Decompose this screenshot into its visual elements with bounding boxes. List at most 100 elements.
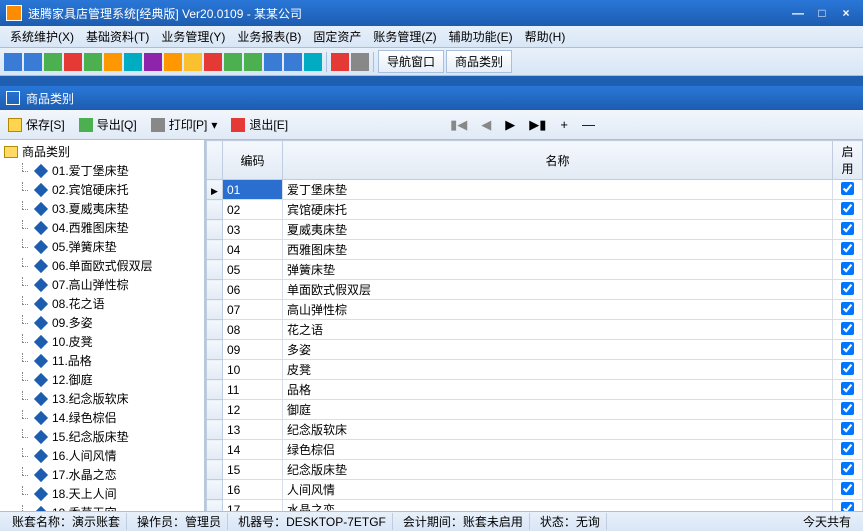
tree-item[interactable]: 15.纪念版床垫	[0, 427, 204, 446]
table-row[interactable]: 04西雅图床垫	[207, 240, 863, 260]
cell-enable[interactable]	[833, 280, 863, 300]
cell-enable[interactable]	[833, 400, 863, 420]
enable-checkbox[interactable]	[841, 342, 854, 355]
tree-item[interactable]: 10.皮凳	[0, 332, 204, 351]
toolbar-icon-16[interactable]	[304, 53, 322, 71]
cell-enable[interactable]	[833, 340, 863, 360]
nav-prev[interactable]: ◀	[481, 117, 491, 133]
menu-item[interactable]: 系统维护(X)	[4, 26, 80, 47]
tree-item[interactable]: 19.香草天空	[0, 503, 204, 511]
cell-code[interactable]: 15	[223, 460, 283, 480]
cell-code[interactable]: 02	[223, 200, 283, 220]
table-row[interactable]: 03夏威夷床垫	[207, 220, 863, 240]
save-button[interactable]: 保存[S]	[8, 116, 65, 133]
maximize-button[interactable]: □	[811, 4, 833, 22]
tree-item[interactable]: 18.天上人间	[0, 484, 204, 503]
cell-code[interactable]: 17	[223, 500, 283, 512]
enable-checkbox[interactable]	[841, 442, 854, 455]
cell-code[interactable]: 03	[223, 220, 283, 240]
cell-enable[interactable]	[833, 420, 863, 440]
menu-item[interactable]: 账务管理(Z)	[367, 26, 442, 47]
table-row[interactable]: 09多姿	[207, 340, 863, 360]
cell-name[interactable]: 人间风情	[283, 480, 833, 500]
toolbar-icon-10[interactable]	[184, 53, 202, 71]
cell-enable[interactable]	[833, 200, 863, 220]
table-row[interactable]: 11品格	[207, 380, 863, 400]
close-button[interactable]: ×	[835, 4, 857, 22]
table-row[interactable]: 07高山弹性棕	[207, 300, 863, 320]
cell-name[interactable]: 纪念版床垫	[283, 460, 833, 480]
cell-code[interactable]: 06	[223, 280, 283, 300]
table-row[interactable]: 05弹簧床垫	[207, 260, 863, 280]
enable-checkbox[interactable]	[841, 182, 854, 195]
col-code[interactable]: 编码	[223, 141, 283, 180]
table-row[interactable]: 02宾馆硬床托	[207, 200, 863, 220]
nav-first[interactable]: ▮◀	[450, 117, 467, 133]
toolbar-icon-7[interactable]	[124, 53, 142, 71]
table-row[interactable]: 08花之语	[207, 320, 863, 340]
cell-enable[interactable]	[833, 480, 863, 500]
tree-item[interactable]: 07.高山弹性棕	[0, 275, 204, 294]
cell-name[interactable]: 绿色棕侣	[283, 440, 833, 460]
cell-name[interactable]: 御庭	[283, 400, 833, 420]
toolbar-icon-17[interactable]	[331, 53, 349, 71]
table-row[interactable]: 12御庭	[207, 400, 863, 420]
cell-name[interactable]: 水晶之恋	[283, 500, 833, 512]
toolbar-icon-13[interactable]	[244, 53, 262, 71]
toolbar-icon-4[interactable]	[64, 53, 82, 71]
enable-checkbox[interactable]	[841, 222, 854, 235]
toolbar-icon-1[interactable]	[4, 53, 22, 71]
nav-next[interactable]: ▶	[505, 117, 515, 133]
toolbar-icon-9[interactable]	[164, 53, 182, 71]
cell-name[interactable]: 爱丁堡床垫	[283, 180, 833, 200]
cell-enable[interactable]	[833, 240, 863, 260]
table-row[interactable]: 13纪念版软床	[207, 420, 863, 440]
enable-checkbox[interactable]	[841, 382, 854, 395]
menu-item[interactable]: 固定资产	[307, 26, 367, 47]
enable-checkbox[interactable]	[841, 242, 854, 255]
table-row[interactable]: 14绿色棕侣	[207, 440, 863, 460]
enable-checkbox[interactable]	[841, 262, 854, 275]
cell-enable[interactable]	[833, 260, 863, 280]
enable-checkbox[interactable]	[841, 502, 854, 512]
cell-name[interactable]: 宾馆硬床托	[283, 200, 833, 220]
minimize-button[interactable]: —	[787, 4, 809, 22]
cell-name[interactable]: 高山弹性棕	[283, 300, 833, 320]
enable-checkbox[interactable]	[841, 462, 854, 475]
table-row[interactable]: 17水晶之恋	[207, 500, 863, 512]
cell-code[interactable]: 11	[223, 380, 283, 400]
table-row[interactable]: 06单面欧式假双层	[207, 280, 863, 300]
cell-enable[interactable]	[833, 500, 863, 512]
tree-item[interactable]: 17.水晶之恋	[0, 465, 204, 484]
cell-enable[interactable]	[833, 460, 863, 480]
tree-item[interactable]: 08.花之语	[0, 294, 204, 313]
print-button[interactable]: 打印[P]▾	[151, 116, 218, 133]
enable-checkbox[interactable]	[841, 422, 854, 435]
table-row[interactable]: 15纪念版床垫	[207, 460, 863, 480]
cell-enable[interactable]	[833, 300, 863, 320]
tab-product-category[interactable]: 商品类别	[446, 50, 512, 73]
tree-item[interactable]: 02.宾馆硬床托	[0, 180, 204, 199]
cell-code[interactable]: 16	[223, 480, 283, 500]
enable-checkbox[interactable]	[841, 482, 854, 495]
tree-item[interactable]: 03.夏威夷床垫	[0, 199, 204, 218]
cell-code[interactable]: 10	[223, 360, 283, 380]
exit-button[interactable]: 退出[E]	[231, 116, 288, 133]
cell-enable[interactable]	[833, 360, 863, 380]
cell-name[interactable]: 花之语	[283, 320, 833, 340]
toolbar-icon-3[interactable]	[44, 53, 62, 71]
enable-checkbox[interactable]	[841, 302, 854, 315]
toolbar-icon-5[interactable]	[84, 53, 102, 71]
cell-enable[interactable]	[833, 440, 863, 460]
cell-code[interactable]: 09	[223, 340, 283, 360]
cell-name[interactable]: 纪念版软床	[283, 420, 833, 440]
tree-item[interactable]: 12.御庭	[0, 370, 204, 389]
tree-item[interactable]: 05.弹簧床垫	[0, 237, 204, 256]
menu-item[interactable]: 帮助(H)	[519, 26, 572, 47]
tree-item[interactable]: 06.单面欧式假双层	[0, 256, 204, 275]
cell-enable[interactable]	[833, 380, 863, 400]
cell-enable[interactable]	[833, 320, 863, 340]
cell-code[interactable]: 14	[223, 440, 283, 460]
toolbar-icon-15[interactable]	[284, 53, 302, 71]
cell-name[interactable]: 单面欧式假双层	[283, 280, 833, 300]
